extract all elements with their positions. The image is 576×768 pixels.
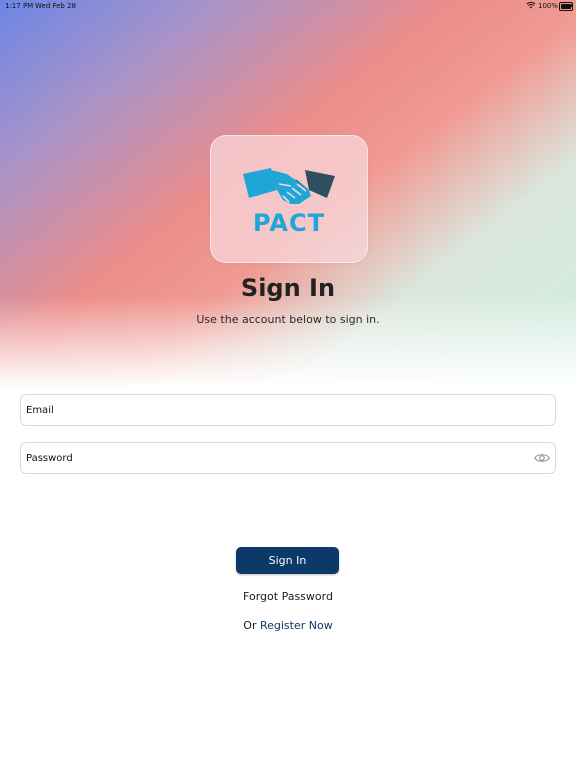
password-field[interactable] [21, 443, 555, 473]
email-field[interactable] [21, 395, 555, 425]
forgot-password-link[interactable]: Forgot Password [0, 590, 576, 603]
logo-wordmark: PACT [253, 209, 325, 237]
app-logo-card: PACT [210, 135, 368, 263]
register-now-link[interactable]: Register Now [260, 619, 333, 632]
email-field-container [20, 394, 556, 426]
handshake-icon [243, 168, 335, 204]
status-bar: 1:17 PM Wed Feb 28 100% [0, 0, 576, 13]
battery-percentage: 100% [538, 2, 559, 10]
register-row: Or Register Now [0, 619, 576, 632]
page-subtitle: Use the account below to sign in. [196, 313, 380, 326]
password-field-container [20, 442, 556, 474]
status-date: Wed Feb 28 [35, 2, 77, 10]
wifi-icon [526, 1, 536, 9]
show-password-eye-icon[interactable] [534, 451, 550, 465]
page-title: Sign In [240, 274, 336, 302]
sign-in-button[interactable]: Sign In [236, 547, 339, 574]
status-time: 1:17 PM [5, 2, 34, 10]
register-prefix: Or [243, 619, 257, 632]
